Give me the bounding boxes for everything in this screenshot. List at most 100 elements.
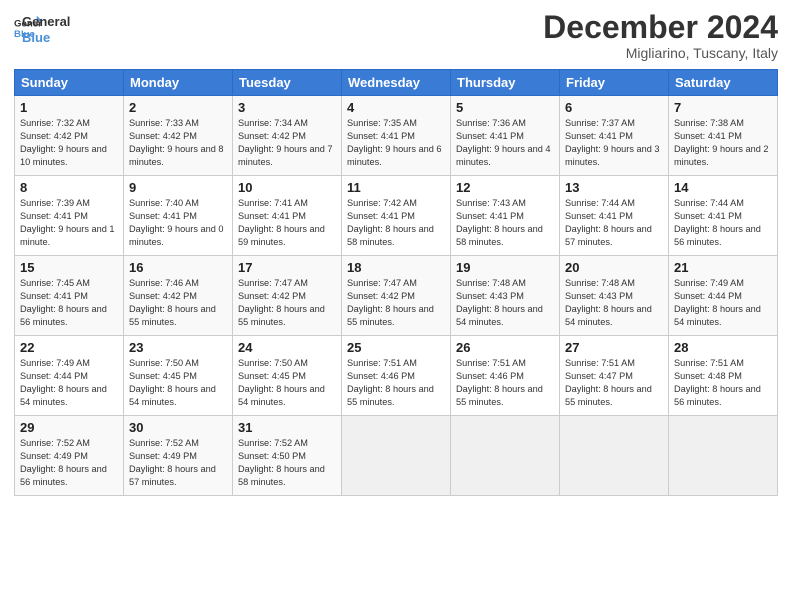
cell-info: Sunrise: 7:43 AM Sunset: 4:41 PM Dayligh… xyxy=(456,197,554,249)
day-number: 12 xyxy=(456,180,554,195)
day-number: 26 xyxy=(456,340,554,355)
location: Migliarino, Tuscany, Italy xyxy=(543,45,778,61)
cell-5-0: 29Sunrise: 7:52 AM Sunset: 4:49 PM Dayli… xyxy=(15,416,124,496)
day-header-friday: Friday xyxy=(560,70,669,96)
header: General Blue General Blue December 2024 … xyxy=(14,10,778,61)
cell-1-4: 5 Sunrise: 7:36 AM Sunset: 4:41 PM Daylig… xyxy=(451,96,560,176)
cell-info: Sunrise: 7:41 AM Sunset: 4:41 PM Dayligh… xyxy=(238,197,336,249)
cell-info: Sunrise: 7:36 AM Sunset: 4:41 PM Dayligh… xyxy=(456,117,554,169)
cell-2-3: 11 Sunrise: 7:42 AM Sunset: 4:41 PM Dayli… xyxy=(342,176,451,256)
day-number: 17 xyxy=(238,260,336,275)
day-number: 15 xyxy=(20,260,118,275)
day-number: 16 xyxy=(129,260,227,275)
day-number: 30 xyxy=(129,420,227,435)
cell-4-1: 23 Sunrise: 7:50 AM Sunset: 4:45 PM Dayli… xyxy=(124,336,233,416)
cell-info: Sunrise: 7:40 AM Sunset: 4:41 PM Dayligh… xyxy=(129,197,227,249)
cell-info: Sunrise: 7:34 AM Sunset: 4:42 PM Dayligh… xyxy=(238,117,336,169)
cell-3-1: 16 Sunrise: 7:46 AM Sunset: 4:42 PM Dayli… xyxy=(124,256,233,336)
cell-info: Sunrise: 7:51 AM Sunset: 4:47 PM Dayligh… xyxy=(565,357,663,409)
cell-3-2: 17 Sunrise: 7:47 AM Sunset: 4:42 PM Dayli… xyxy=(233,256,342,336)
day-number: 10 xyxy=(238,180,336,195)
cell-info: Sunrise: 7:38 AM Sunset: 4:41 PM Dayligh… xyxy=(674,117,772,169)
cell-5-1: 30 Sunrise: 7:52 AM Sunset: 4:49 PM Dayli… xyxy=(124,416,233,496)
day-number: 22 xyxy=(20,340,118,355)
cell-info: Sunrise: 7:49 AM Sunset: 4:44 PM Dayligh… xyxy=(674,277,772,329)
cell-info: Sunrise: 7:47 AM Sunset: 4:42 PM Dayligh… xyxy=(347,277,445,329)
cell-2-1: 9 Sunrise: 7:40 AM Sunset: 4:41 PM Daylig… xyxy=(124,176,233,256)
day-number: 1 xyxy=(20,100,118,115)
cell-5-5 xyxy=(560,416,669,496)
cell-info: Sunrise: 7:35 AM Sunset: 4:41 PM Dayligh… xyxy=(347,117,445,169)
day-number: 6 xyxy=(565,100,663,115)
day-header-saturday: Saturday xyxy=(669,70,778,96)
cell-5-2: 31Sunrise: 7:52 AM Sunset: 4:50 PM Dayli… xyxy=(233,416,342,496)
cell-info: Sunrise: 7:47 AM Sunset: 4:42 PM Dayligh… xyxy=(238,277,336,329)
cell-info: Sunrise: 7:48 AM Sunset: 4:43 PM Dayligh… xyxy=(565,277,663,329)
day-number: 27 xyxy=(565,340,663,355)
cell-2-4: 12 Sunrise: 7:43 AM Sunset: 4:41 PM Dayli… xyxy=(451,176,560,256)
day-number: 14 xyxy=(674,180,772,195)
cell-info: Sunrise: 7:52 AM Sunset: 4:49 PM Dayligh… xyxy=(129,437,227,489)
cell-2-0: 8Sunrise: 7:39 AM Sunset: 4:41 PM Daylig… xyxy=(15,176,124,256)
day-number: 21 xyxy=(674,260,772,275)
cell-info: Sunrise: 7:48 AM Sunset: 4:43 PM Dayligh… xyxy=(456,277,554,329)
cell-info: Sunrise: 7:50 AM Sunset: 4:45 PM Dayligh… xyxy=(238,357,336,409)
title-block: December 2024 Migliarino, Tuscany, Italy xyxy=(543,10,778,61)
day-number: 4 xyxy=(347,100,445,115)
day-number: 13 xyxy=(565,180,663,195)
cell-1-6: 7 Sunrise: 7:38 AM Sunset: 4:41 PM Daylig… xyxy=(669,96,778,176)
cell-info: Sunrise: 7:51 AM Sunset: 4:48 PM Dayligh… xyxy=(674,357,772,409)
day-header-monday: Monday xyxy=(124,70,233,96)
cell-info: Sunrise: 7:49 AM Sunset: 4:44 PM Dayligh… xyxy=(20,357,118,409)
cell-4-4: 26 Sunrise: 7:51 AM Sunset: 4:46 PM Dayli… xyxy=(451,336,560,416)
cell-4-0: 22 Sunrise: 7:49 AM Sunset: 4:44 PM Dayli… xyxy=(15,336,124,416)
day-number: 25 xyxy=(347,340,445,355)
cell-3-3: 18Sunrise: 7:47 AM Sunset: 4:42 PM Dayli… xyxy=(342,256,451,336)
day-header-wednesday: Wednesday xyxy=(342,70,451,96)
day-number: 29 xyxy=(20,420,118,435)
cell-info: Sunrise: 7:44 AM Sunset: 4:41 PM Dayligh… xyxy=(565,197,663,249)
cell-1-3: 4 Sunrise: 7:35 AM Sunset: 4:41 PM Daylig… xyxy=(342,96,451,176)
calendar-container: General Blue General Blue December 2024 … xyxy=(0,0,792,502)
cell-5-6 xyxy=(669,416,778,496)
logo-line2: Blue xyxy=(22,30,70,46)
day-number: 9 xyxy=(129,180,227,195)
cell-4-3: 25Sunrise: 7:51 AM Sunset: 4:46 PM Dayli… xyxy=(342,336,451,416)
cell-info: Sunrise: 7:46 AM Sunset: 4:42 PM Dayligh… xyxy=(129,277,227,329)
day-number: 5 xyxy=(456,100,554,115)
week-row-5: 29 Sunrise: 7:52 AM Sunset: 4:49 PM Dayli… xyxy=(15,416,778,496)
cell-info: Sunrise: 7:45 AM Sunset: 4:41 PM Dayligh… xyxy=(20,277,118,329)
cell-1-2: 3Sunrise: 7:34 AM Sunset: 4:42 PM Daylig… xyxy=(233,96,342,176)
day-header-tuesday: Tuesday xyxy=(233,70,342,96)
cell-2-5: 13 Sunrise: 7:44 AM Sunset: 4:41 PM Dayli… xyxy=(560,176,669,256)
week-row-3: 15 Sunrise: 7:45 AM Sunset: 4:41 PM Dayli… xyxy=(15,256,778,336)
cell-3-5: 20 Sunrise: 7:48 AM Sunset: 4:43 PM Dayli… xyxy=(560,256,669,336)
cell-4-5: 27 Sunrise: 7:51 AM Sunset: 4:47 PM Dayli… xyxy=(560,336,669,416)
calendar-table: SundayMondayTuesdayWednesdayThursdayFrid… xyxy=(14,69,778,496)
day-number: 7 xyxy=(674,100,772,115)
day-number: 8 xyxy=(20,180,118,195)
day-number: 23 xyxy=(129,340,227,355)
day-header-sunday: Sunday xyxy=(15,70,124,96)
logo-line1: General xyxy=(22,14,70,30)
cell-info: Sunrise: 7:42 AM Sunset: 4:41 PM Dayligh… xyxy=(347,197,445,249)
cell-4-2: 24 Sunrise: 7:50 AM Sunset: 4:45 PM Dayli… xyxy=(233,336,342,416)
cell-1-0: 1 Sunrise: 7:32 AM Sunset: 4:42 PM Daylig… xyxy=(15,96,124,176)
cell-info: Sunrise: 7:44 AM Sunset: 4:41 PM Dayligh… xyxy=(674,197,772,249)
header-row: SundayMondayTuesdayWednesdayThursdayFrid… xyxy=(15,70,778,96)
day-number: 24 xyxy=(238,340,336,355)
cell-info: Sunrise: 7:50 AM Sunset: 4:45 PM Dayligh… xyxy=(129,357,227,409)
cell-3-6: 21 Sunrise: 7:49 AM Sunset: 4:44 PM Dayli… xyxy=(669,256,778,336)
day-number: 11 xyxy=(347,180,445,195)
cell-2-2: 10 Sunrise: 7:41 AM Sunset: 4:41 PM Dayli… xyxy=(233,176,342,256)
cell-info: Sunrise: 7:51 AM Sunset: 4:46 PM Dayligh… xyxy=(456,357,554,409)
cell-5-4 xyxy=(451,416,560,496)
cell-5-3 xyxy=(342,416,451,496)
week-row-4: 22 Sunrise: 7:49 AM Sunset: 4:44 PM Dayli… xyxy=(15,336,778,416)
day-number: 20 xyxy=(565,260,663,275)
day-number: 28 xyxy=(674,340,772,355)
cell-2-6: 14 Sunrise: 7:44 AM Sunset: 4:41 PM Dayli… xyxy=(669,176,778,256)
month-title: December 2024 xyxy=(543,10,778,45)
cell-info: Sunrise: 7:32 AM Sunset: 4:42 PM Dayligh… xyxy=(20,117,118,169)
week-row-2: 8Sunrise: 7:39 AM Sunset: 4:41 PM Daylig… xyxy=(15,176,778,256)
